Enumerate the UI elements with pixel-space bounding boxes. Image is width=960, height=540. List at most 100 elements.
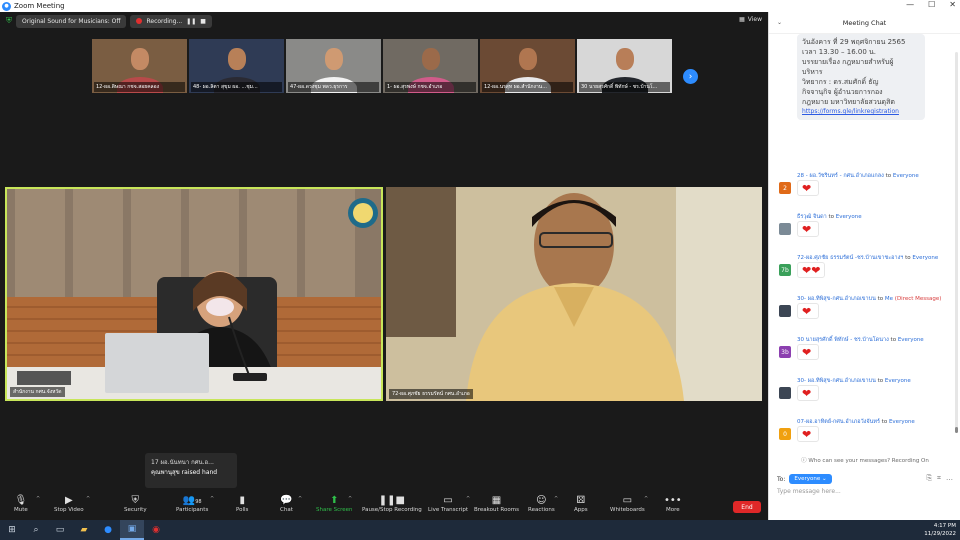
registration-link[interactable]: https://forms.gle/linkregistration — [802, 107, 920, 117]
pinned-line: กิจจานุกิจ ผู้อำนวยการกอง — [802, 88, 883, 96]
stop-video-button[interactable]: ▶ Stop Video — [54, 494, 84, 513]
pause-recording-icon[interactable]: ❚❚ — [186, 18, 196, 25]
cc-icon: ▭ — [443, 495, 453, 506]
end-meeting-button[interactable]: End — [733, 501, 761, 513]
security-shield-icon[interactable]: ⛨ — [6, 16, 12, 26]
video-camera-icon: ▶ — [64, 495, 73, 506]
polls-button[interactable]: ▮ Polls — [236, 494, 248, 513]
breakout-rooms-label: Breakout Rooms — [474, 507, 519, 513]
participant-name: 12-ผอ.นรสุท ผอ.สำนักงาน... — [482, 82, 573, 92]
participants-label: Participants — [176, 507, 209, 513]
sender-name[interactable]: 72-ผอ.ศุภชัย ธรรมรัตน์ -ชร.บ้านเขาชะอางฯ — [797, 255, 903, 261]
participant-name: 47-ผอ.ดวงชุม พลว.ธุรการ — [288, 82, 379, 92]
mute-button[interactable]: 🎙 Mute — [14, 494, 28, 513]
participants-caret[interactable]: ^ — [210, 496, 214, 502]
to-word: to — [828, 214, 835, 220]
participant-thumbnail[interactable]: 48- ผอ.ลิตา สุขุม ผอ. ...ชุม... — [189, 39, 284, 93]
security-button[interactable]: ⛨ Security — [124, 494, 147, 513]
reactions-caret[interactable]: ^ — [554, 496, 558, 502]
recipient-selector[interactable]: Everyone ⌄ — [789, 474, 832, 484]
sender-avatar: 0 — [779, 428, 791, 440]
participant-name: 12-ผอ.ดิษณา กชจ.สอยคลอง — [94, 82, 185, 92]
participant-thumbnail[interactable]: 12-ผอ.นรสุท ผอ.สำนักงาน... — [480, 39, 575, 93]
polls-label: Polls — [236, 507, 249, 513]
file-explorer-icon[interactable]: ▰ — [72, 520, 96, 540]
chat-button[interactable]: 💬 Chat — [280, 494, 293, 513]
minimize-icon[interactable]: — — [906, 0, 914, 9]
chevron-down-icon[interactable]: ⌄ — [777, 19, 782, 26]
chat-scrollbar[interactable] — [955, 52, 958, 433]
raised-hand-notification[interactable]: 17 ผอ.นันทนา กศน.อ... คุณพานุสุข raised … — [145, 453, 237, 488]
whiteboards-caret[interactable]: ^ — [644, 496, 648, 502]
more-dots-icon: ••• — [664, 495, 682, 506]
recipient-name: Everyone — [892, 173, 919, 179]
chat-caret[interactable]: ^ — [298, 496, 302, 502]
original-sound-indicator[interactable]: Original Sound for Musicians: Off — [16, 14, 127, 28]
pinned-message: วันอังคาร ที่ 29 พฤศจิกายน 2565 เวลา 13.… — [797, 34, 925, 120]
recipient-name: Everyone — [835, 214, 862, 220]
who-can-see-notice[interactable]: ⓘ Who can see your messages? Recording O… — [769, 456, 960, 464]
recording-indicator: Recording... ❚❚ ■ — [130, 14, 212, 28]
to-word: to — [881, 419, 888, 425]
maximize-icon[interactable]: ☐ — [928, 0, 935, 9]
video-options-caret[interactable]: ^ — [86, 496, 90, 502]
participant-thumbnail[interactable]: 30 นายสุรศักดิ์ พิทักษ์ - ชร.บ้านโ... — [577, 39, 672, 93]
participant-thumbnail[interactable]: 47-ผอ.ดวงชุม พลว.ธุรการ — [286, 39, 381, 93]
view-button[interactable]: ▦ View — [739, 16, 762, 23]
sender-name[interactable]: 30- ผอ.ทิพิสุข-กศน.อำเภอเขาบน — [797, 378, 876, 384]
active-speaker-tile[interactable]: สำนักงาน กศน.จังหวัด — [5, 187, 383, 401]
participants-button[interactable]: 👥98 Participants — [176, 494, 208, 513]
polls-icon: ▮ — [239, 495, 245, 506]
stop-recording-icon[interactable]: ■ — [200, 18, 206, 25]
search-icon[interactable]: ⌕ — [24, 520, 48, 540]
participant-thumbnail[interactable]: 12-ผอ.ดิษณา กชจ.สอยคลอง — [92, 39, 187, 93]
sender-name[interactable]: 07-ผอ.อาทิตย์-กศน.อำเภอวังจันทร์ — [797, 419, 880, 425]
zoom-logo-icon: ● — [2, 1, 11, 11]
sender-name[interactable]: 28 - ผอ.วัชรินทร์ - กศน.อำเภอแกลง — [797, 173, 884, 179]
participant-face — [130, 48, 149, 70]
next-page-button[interactable]: › — [683, 69, 698, 84]
file-attach-icon[interactable]: ⎘ — [926, 474, 932, 483]
system-clock[interactable]: 4:17 PM 11/29/2022 — [924, 522, 956, 538]
chat-message-input[interactable] — [777, 488, 953, 495]
breakout-rooms-button[interactable]: ▦ Breakout Rooms — [474, 494, 519, 513]
windows-start-icon[interactable]: ⊞ — [0, 520, 24, 540]
heart-reaction: ❤ — [797, 426, 819, 442]
more-options-icon[interactable]: … — [946, 474, 953, 483]
audio-options-caret[interactable]: ^ — [36, 496, 40, 502]
sender-name[interactable]: 30 นายสุรศักดิ์ พิทักษ์ - ชร.บ้านโดนาง — [797, 337, 889, 343]
more-label: More — [666, 507, 680, 513]
more-button[interactable]: ••• More — [664, 494, 682, 513]
task-view-icon[interactable]: ▭ — [48, 520, 72, 540]
sender-name[interactable]: ธีรวุฒิ จินดา — [797, 214, 827, 220]
view-label: View — [747, 16, 762, 23]
chat-message-list[interactable]: วันอังคาร ที่ 29 พฤศจิกายน 2565 เวลา 13.… — [769, 34, 955, 454]
participant-video-tile[interactable]: 72-ผอ.ศุภชัย ธรรมรัตน์ กศน.อำเภอ — [386, 187, 762, 401]
participant-face — [227, 48, 246, 70]
share-screen-caret[interactable]: ^ — [348, 496, 352, 502]
live-transcript-caret[interactable]: ^ — [466, 496, 470, 502]
close-icon[interactable]: ✕ — [949, 0, 956, 9]
chat-label: Chat — [280, 507, 293, 513]
zoom-taskbar-icon[interactable]: ● — [96, 520, 120, 540]
participant-thumbnail[interactable]: 1- ผอ.สุรพงษ์ กชจ.อำเภอ — [383, 39, 478, 93]
to-word: to — [885, 173, 892, 179]
zoom-meeting-taskbar-icon[interactable]: ▣ — [120, 520, 144, 540]
participant-name: 30 นายสุรศักดิ์ พิทักษ์ - ชร.บ้านโ... — [579, 82, 670, 92]
pause-stop-icon: ❚❚■ — [378, 495, 405, 506]
participant-name: 48- ผอ.ลิตา สุขุม ผอ. ...ชุม... — [191, 82, 282, 92]
screenshot-icon[interactable]: ⌗ — [937, 474, 941, 483]
recipient-name: Me — [884, 296, 894, 302]
chat-scrollbar-thumb[interactable] — [955, 427, 958, 433]
whiteboards-button[interactable]: ▭ Whiteboards — [610, 494, 645, 513]
security-label: Security — [124, 507, 147, 513]
apps-button[interactable]: ⚄ Apps — [574, 494, 588, 513]
who-can-see-label: Who can see your messages? Recording On — [808, 458, 929, 464]
sender-name[interactable]: 30- ผอ.ทิพิสุข-กศน.อำเภอเขาบน — [797, 296, 876, 302]
browser-taskbar-icon[interactable]: ◉ — [144, 520, 168, 540]
pause-stop-recording-button[interactable]: ❚❚■ Pause/Stop Recording — [362, 494, 422, 513]
sender-avatar: 7b — [779, 264, 791, 276]
live-transcript-button[interactable]: ▭ Live Transcript — [428, 494, 468, 513]
reactions-button[interactable]: ☺ Reactions — [528, 494, 555, 513]
pinned-line: บริหาร — [802, 68, 823, 76]
